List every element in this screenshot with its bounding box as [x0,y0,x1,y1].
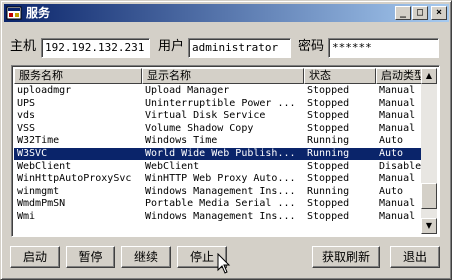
vertical-scrollbar[interactable]: ▲ ▼ [421,68,437,234]
cell-status: Running [307,185,350,197]
cell-status: Stopped [307,110,350,122]
cell-service-name: WinHttpAutoProxySvc [17,173,132,185]
start-button[interactable]: 启动 [10,246,60,268]
maximize-button[interactable]: □ [412,6,428,20]
user-input[interactable]: administrator [188,38,291,58]
cell-status: Stopped [307,85,350,96]
user-label: 用户 [158,39,185,54]
column-header-service-name[interactable]: 服务名称 [14,68,142,84]
cell-service-name: WmdmPmSN [17,198,66,210]
cell-display-name: Upload Manager [145,85,230,96]
table-row[interactable]: WinHttpAutoProxySvc WinHTTP Web Proxy Aut… [14,173,424,185]
cell-status: Stopped [307,211,350,222]
continue-button[interactable]: 继续 [121,246,171,268]
cell-display-name: Windows Management Ins... [145,185,296,197]
pause-button[interactable]: 暂停 [66,246,115,268]
cell-display-name: Windows Time [145,135,218,147]
services-window: 服务 _ □ × 主机 192.192.132.231 用户 administr… [0,0,452,280]
cell-status: Stopped [307,122,350,134]
close-button[interactable]: × [431,6,447,20]
column-header-startup-type[interactable]: 启动类型 [376,68,424,84]
cell-status: Stopped [307,160,350,172]
cell-display-name: WebClient [145,160,200,172]
cell-display-name: Virtual Disk Service [145,110,266,122]
services-listview[interactable]: 服务名称 显示名称 状态 启动类型 uploadmgr Upload Manage… [11,65,440,237]
cell-startup-type: Auto [379,135,404,147]
cell-startup-type: Manual [379,173,416,185]
cell-startup-type: Manual [379,97,416,109]
cell-display-name: Portable Media Serial ... [145,198,296,210]
cell-service-name: Wmi [17,211,36,222]
cell-display-name: Uninterruptible Power ... [145,97,296,109]
password-input[interactable]: ****** [328,38,439,58]
column-header-display-name[interactable]: 显示名称 [142,68,304,84]
cell-startup-type: Manual [379,198,416,210]
cell-service-name: W3SVC [17,148,48,159]
cell-startup-type: Disabled [379,160,424,172]
scroll-thumb[interactable] [421,183,437,209]
window-title: 服务 [26,6,51,20]
cell-startup-type: Manual [379,85,416,96]
table-row[interactable]: WmdmPmSN Portable Media Serial ... Stopped… [14,198,424,210]
cell-service-name: vds [17,110,36,122]
cell-service-name: W32Time [17,135,60,147]
password-label: 密码 [298,39,325,54]
cell-startup-type: Auto [379,148,404,159]
title-bar[interactable]: 服务 _ □ × [4,4,449,22]
table-row[interactable]: WebClient WebClient Stopped Disabled [14,161,424,173]
scroll-up-arrow-icon[interactable]: ▲ [421,68,437,84]
cell-service-name: winmgmt [17,185,60,197]
cell-display-name: Volume Shadow Copy [145,122,254,134]
cell-status: Stopped [307,198,350,210]
table-row[interactable]: uploadmgr Upload Manager Stopped Manual [14,85,424,97]
cell-status: Stopped [307,97,350,109]
cell-startup-type: Manual [379,110,416,122]
refresh-button[interactable]: 获取刷新 [312,246,380,268]
cell-status: Running [307,135,350,147]
cell-startup-type: Manual [379,211,416,222]
cell-status: Stopped [307,173,350,185]
mouse-pointer-icon [217,253,231,274]
table-row[interactable]: winmgmt Windows Management Ins... Running A… [14,186,424,198]
minimize-button[interactable]: _ [395,6,411,20]
cell-display-name: Windows Management Ins... [145,211,296,222]
table-row[interactable]: W32Time Windows Time Running Auto [14,135,424,147]
column-header-status[interactable]: 状态 [304,68,376,84]
cell-status: Running [307,148,350,159]
cell-service-name: uploadmgr [17,85,72,96]
host-input[interactable]: 192.192.132.231 [41,38,150,58]
cell-display-name: WinHTTP Web Proxy Auto... [145,173,296,185]
host-label: 主机 [10,39,37,54]
cell-display-name: World Wide Web Publish... [145,148,296,159]
cell-startup-type: Auto [379,185,404,197]
table-row[interactable]: W3SVC World Wide Web Publish... Running Aut… [14,148,424,160]
exit-button[interactable]: 退出 [390,246,440,268]
table-row[interactable]: Wmi Windows Management Ins... Stopped Manua… [14,211,424,223]
cell-service-name: VSS [17,122,36,134]
table-row[interactable]: vds Virtual Disk Service Stopped Manual [14,110,424,122]
table-row[interactable]: UPS Uninterruptible Power ... Stopped Manua… [14,98,424,110]
scroll-down-arrow-icon[interactable]: ▼ [421,218,437,234]
cell-service-name: UPS [17,97,36,109]
cell-startup-type: Manual [379,122,416,134]
table-row[interactable]: VSS Volume Shadow Copy Stopped Manual [14,123,424,135]
app-icon [6,6,22,20]
list-header: 服务名称 显示名称 状态 启动类型 [14,68,424,84]
cell-service-name: WebClient [17,160,72,172]
